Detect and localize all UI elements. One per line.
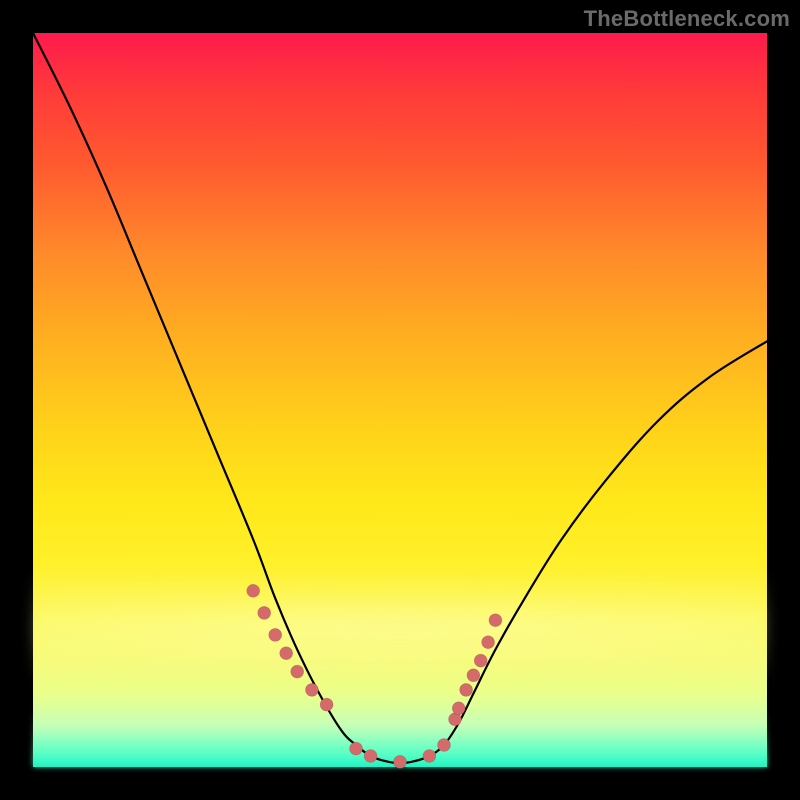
highlight-dots bbox=[247, 584, 502, 768]
bottleneck-curve bbox=[33, 33, 767, 763]
highlight-dot bbox=[423, 750, 436, 763]
highlight-dot bbox=[482, 636, 495, 649]
highlight-dot bbox=[247, 584, 260, 597]
highlight-dot bbox=[452, 702, 465, 715]
highlight-dot bbox=[305, 683, 318, 696]
plot-area bbox=[33, 33, 767, 767]
highlight-dot bbox=[394, 755, 407, 768]
highlight-dot bbox=[258, 606, 271, 619]
highlight-dot bbox=[291, 665, 304, 678]
highlight-dot bbox=[489, 614, 502, 627]
curve-layer bbox=[33, 33, 767, 767]
highlight-dot bbox=[474, 654, 487, 667]
highlight-dot bbox=[350, 742, 363, 755]
highlight-dot bbox=[438, 739, 451, 752]
chart-container: { "watermark": "TheBottleneck.com", "col… bbox=[0, 0, 800, 800]
highlight-dot bbox=[280, 647, 293, 660]
watermark-text: TheBottleneck.com bbox=[584, 6, 790, 32]
highlight-dot bbox=[320, 698, 333, 711]
highlight-dot bbox=[364, 750, 377, 763]
highlight-dot bbox=[269, 628, 282, 641]
highlight-dot bbox=[467, 669, 480, 682]
highlight-dot bbox=[460, 683, 473, 696]
